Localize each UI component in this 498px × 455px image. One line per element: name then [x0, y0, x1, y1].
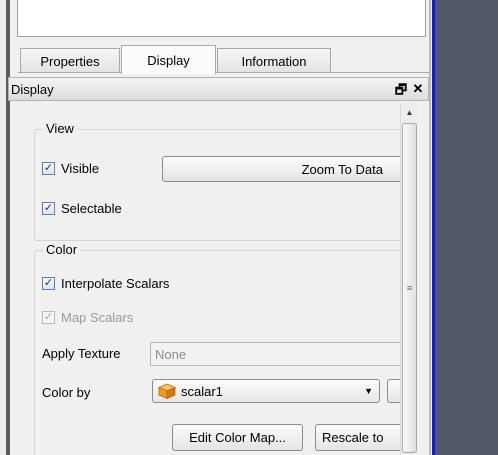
display-panel: View ✓ Visible Zoom To Data ✓ Selectable… [18, 103, 400, 455]
panel-scrollbar[interactable]: ▲ ≡ [400, 103, 418, 455]
apply-texture-value: None [155, 346, 187, 362]
tab-bar: Properties Display Information [20, 45, 428, 74]
map-scalars-row: ✓ Map Scalars [42, 310, 133, 325]
check-icon: ✓ [43, 162, 54, 174]
tab-information-label: Information [241, 53, 307, 69]
zoom-to-data-button[interactable]: Zoom To Data [162, 156, 400, 182]
interpolate-scalars-row[interactable]: ✓ Interpolate Scalars [42, 276, 169, 291]
rescale-button[interactable]: Rescale to [315, 424, 400, 451]
zoom-to-data-label: Zoom To Data [301, 161, 383, 177]
tab-display-label: Display [147, 52, 190, 68]
visible-checkbox-row[interactable]: ✓ Visible [42, 161, 99, 176]
visible-checkbox[interactable]: ✓ [42, 162, 55, 175]
color-by-label: Color by [42, 385, 91, 400]
color-by-value: scalar1 [181, 383, 223, 399]
color-by-dropdown[interactable]: scalar1 ▼ [152, 379, 380, 403]
map-scalars-checkbox: ✓ [42, 311, 55, 324]
cube-icon [158, 383, 176, 399]
scroll-up-icon[interactable]: ▲ [401, 103, 418, 121]
apply-texture-label: Apply Texture [42, 346, 121, 361]
selectable-checkbox[interactable]: ✓ [42, 202, 55, 215]
color-by-extra-button[interactable] [387, 379, 400, 403]
float-icon[interactable]: 🗗 [393, 81, 409, 103]
view-group-title: View [43, 121, 77, 136]
check-icon: ✓ [43, 311, 54, 323]
apply-texture-select: None [150, 342, 400, 366]
left-panel-border [6, 0, 10, 455]
scrollbar-thumb[interactable]: ≡ [402, 123, 417, 453]
grip-icon: ≡ [406, 282, 413, 293]
tab-display[interactable]: Display [121, 45, 216, 74]
close-icon[interactable]: ✕ [410, 81, 426, 97]
interpolate-scalars-label: Interpolate Scalars [61, 276, 170, 291]
selectable-label: Selectable [61, 201, 122, 216]
check-icon: ✓ [43, 277, 54, 289]
edit-color-map-button[interactable]: Edit Color Map... [172, 424, 303, 451]
color-by-row: Color by [42, 385, 90, 400]
map-scalars-label: Map Scalars [61, 310, 134, 325]
left-panel-strip [0, 0, 10, 455]
visible-label: Visible [61, 161, 100, 176]
splitter-handle[interactable] [429, 0, 431, 455]
tab-properties-label: Properties [40, 53, 100, 69]
check-icon: ✓ [43, 202, 54, 214]
interpolate-scalars-checkbox[interactable]: ✓ [42, 277, 55, 290]
edit-color-map-label: Edit Color Map... [189, 430, 286, 445]
tab-properties[interactable]: Properties [20, 48, 120, 73]
selectable-checkbox-row[interactable]: ✓ Selectable [42, 201, 122, 216]
render-view[interactable] [435, 0, 498, 455]
tab-bar-baseline [18, 72, 429, 73]
dock-title-bar[interactable]: Display 🗗 ✕ [8, 77, 429, 101]
tab-information[interactable]: Information [217, 48, 331, 73]
color-group-title: Color [43, 242, 81, 257]
apply-texture-row: Apply Texture [42, 346, 121, 361]
view-group: View [34, 121, 400, 241]
dock-title: Display [11, 81, 54, 97]
rescale-label: Rescale to [322, 430, 384, 445]
chevron-down-icon: ▼ [364, 386, 373, 396]
pipeline-browser-pane[interactable] [17, 0, 426, 37]
